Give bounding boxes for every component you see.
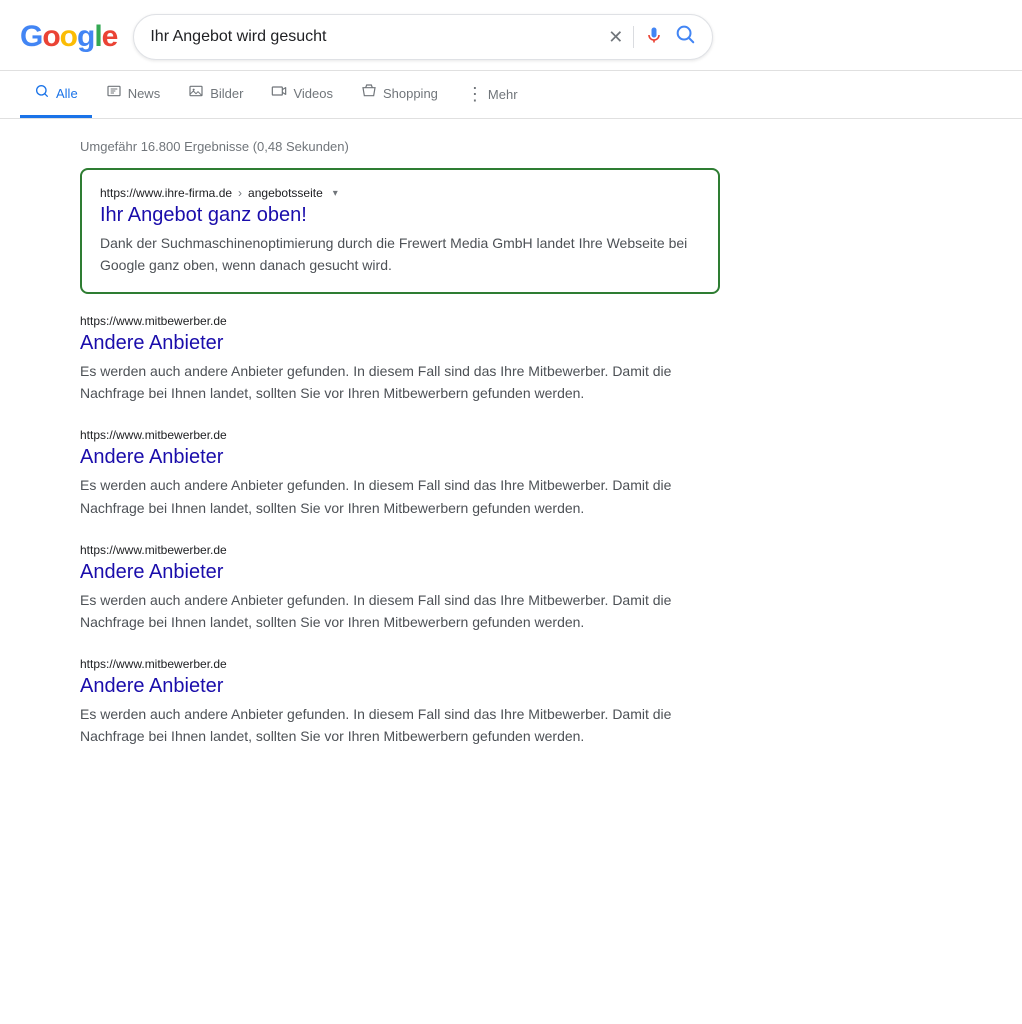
search-input[interactable]: Ihr Angebot wird gesucht <box>150 28 600 46</box>
logo-e: e <box>102 20 118 54</box>
result-url-text-3: https://www.mitbewerber.de <box>80 657 227 671</box>
results-count: Umgefähr 16.800 Ergebnisse (0,48 Sekunde… <box>80 129 720 168</box>
tab-bilder[interactable]: Bilder <box>174 71 257 118</box>
tab-news-label: News <box>128 86 161 101</box>
tab-news[interactable]: News <box>92 71 175 118</box>
result-title-1[interactable]: Andere Anbieter <box>80 444 720 470</box>
logo-g1: G <box>20 20 42 54</box>
search-submit-icon[interactable] <box>674 23 696 51</box>
featured-result: https://www.ihre-firma.de › angebotsseit… <box>80 168 720 294</box>
google-logo: Google <box>20 20 117 54</box>
more-dots-icon: ⋮ <box>466 84 484 105</box>
tab-more[interactable]: ⋮ Mehr <box>452 72 532 117</box>
logo-l: l <box>94 20 101 54</box>
header: Google Ihr Angebot wird gesucht ✕ <box>0 0 1022 71</box>
tab-bilder-label: Bilder <box>210 86 243 101</box>
news-icon <box>106 83 122 103</box>
result-title-0[interactable]: Andere Anbieter <box>80 330 720 356</box>
featured-snippet: Dank der Suchmaschinenoptimierung durch … <box>100 232 700 276</box>
tab-videos[interactable]: Videos <box>257 71 347 118</box>
nav-tabs: Alle News Bilder <box>0 71 1022 119</box>
logo-o2: o <box>60 20 77 54</box>
bilder-icon <box>188 83 204 103</box>
vertical-divider <box>633 26 634 48</box>
result-snippet-2: Es werden auch andere Anbieter gefunden.… <box>80 589 720 633</box>
breadcrumb-separator: › <box>238 186 242 200</box>
featured-title[interactable]: Ihr Angebot ganz oben! <box>100 202 700 228</box>
results-area: Umgefähr 16.800 Ergebnisse (0,48 Sekunde… <box>0 119 800 791</box>
alle-icon <box>34 83 50 103</box>
result-item: https://www.mitbewerber.de Andere Anbiet… <box>80 657 720 747</box>
dropdown-arrow-icon[interactable]: ▾ <box>333 188 338 199</box>
result-title-3[interactable]: Andere Anbieter <box>80 673 720 699</box>
result-url-text-2: https://www.mitbewerber.de <box>80 543 227 557</box>
result-items-container: https://www.mitbewerber.de Andere Anbiet… <box>80 314 720 747</box>
featured-breadcrumb: angebotsseite <box>248 186 323 200</box>
clear-icon[interactable]: ✕ <box>608 27 623 48</box>
tab-shopping[interactable]: Shopping <box>347 71 452 118</box>
logo-o1: o <box>42 20 59 54</box>
result-item: https://www.mitbewerber.de Andere Anbiet… <box>80 543 720 633</box>
result-url-3: https://www.mitbewerber.de <box>80 657 720 671</box>
featured-url-text: https://www.ihre-firma.de <box>100 186 232 200</box>
tab-more-label: Mehr <box>488 87 518 102</box>
result-item: https://www.mitbewerber.de Andere Anbiet… <box>80 314 720 404</box>
tab-alle-label: Alle <box>56 86 78 101</box>
result-url-text-0: https://www.mitbewerber.de <box>80 314 227 328</box>
result-title-2[interactable]: Andere Anbieter <box>80 559 720 585</box>
tab-videos-label: Videos <box>293 86 333 101</box>
mic-icon[interactable] <box>644 25 664 50</box>
result-snippet-3: Es werden auch andere Anbieter gefunden.… <box>80 703 720 747</box>
result-url-0: https://www.mitbewerber.de <box>80 314 720 328</box>
search-bar: Ihr Angebot wird gesucht ✕ <box>133 14 713 60</box>
shopping-icon <box>361 83 377 103</box>
tab-alle[interactable]: Alle <box>20 71 92 118</box>
result-snippet-0: Es werden auch andere Anbieter gefunden.… <box>80 360 720 404</box>
logo-g2: g <box>77 20 94 54</box>
result-snippet-1: Es werden auch andere Anbieter gefunden.… <box>80 474 720 518</box>
result-url-text-1: https://www.mitbewerber.de <box>80 428 227 442</box>
result-url-2: https://www.mitbewerber.de <box>80 543 720 557</box>
result-item: https://www.mitbewerber.de Andere Anbiet… <box>80 428 720 518</box>
result-url-1: https://www.mitbewerber.de <box>80 428 720 442</box>
videos-icon <box>271 83 287 103</box>
featured-url: https://www.ihre-firma.de › angebotsseit… <box>100 186 700 200</box>
tab-shopping-label: Shopping <box>383 86 438 101</box>
search-bar-icons: ✕ <box>608 23 696 51</box>
